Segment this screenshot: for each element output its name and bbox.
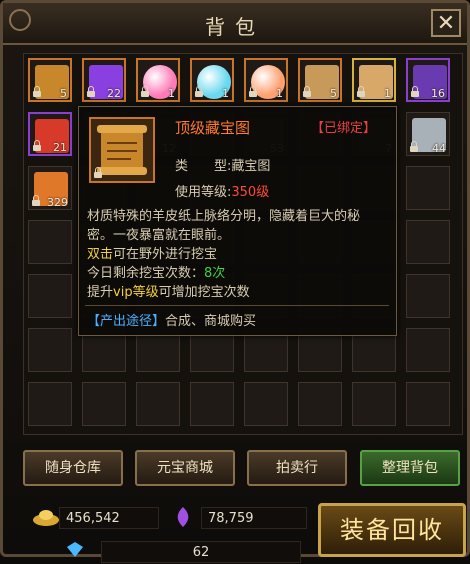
vip-post: 可增加挖宝次数 (158, 285, 250, 300)
yuanbao-shop-button[interactable]: 元宝商城 (135, 450, 235, 486)
level-value: 350级 (231, 185, 270, 200)
lock-icon (411, 86, 419, 97)
inventory-slot[interactable] (406, 274, 450, 318)
diamond-icon (67, 542, 83, 557)
type-row: 类 型:藏宝图 (175, 155, 270, 174)
slot-count: 5 (330, 87, 337, 100)
warehouse-button[interactable]: 随身仓库 (23, 450, 123, 486)
inventory-slot[interactable]: 5 (298, 58, 342, 102)
inventory-slot[interactable] (28, 328, 72, 372)
slot-count: 21 (53, 141, 67, 154)
soul-amount: 78,759 (201, 507, 307, 529)
inventory-slot[interactable]: 1 (136, 58, 180, 102)
lock-icon (141, 86, 149, 97)
slot-count: 1 (384, 87, 391, 100)
vip-line: 提升vip等级可增加挖宝次数 (87, 283, 387, 302)
inventory-slot[interactable] (406, 382, 450, 426)
inventory-slot[interactable]: 21 (28, 112, 72, 156)
inventory-slot[interactable] (406, 166, 450, 210)
source-label: 【产出途径】 (87, 314, 166, 329)
inventory-slot[interactable] (190, 382, 234, 426)
lock-icon (33, 140, 41, 151)
lock-icon (249, 86, 257, 97)
slot-count: 5 (60, 87, 67, 100)
equipment-recycle-button[interactable]: 装备回收 (318, 503, 466, 557)
inventory-slot[interactable]: 16 (406, 58, 450, 102)
close-button[interactable]: ✕ (431, 9, 461, 37)
bag-window: 背包 ✕ 5221115116211253744329 顶级藏宝图 【已绑定】 … (0, 0, 470, 563)
slot-count: 22 (107, 87, 121, 100)
inventory-slot[interactable] (82, 382, 126, 426)
title-bar[interactable]: 背包 ✕ (3, 3, 467, 45)
inventory-slot[interactable] (28, 220, 72, 264)
level-label: 使用等级: (175, 185, 232, 200)
inventory-slot[interactable] (28, 274, 72, 318)
slot-count: 16 (431, 87, 445, 100)
inventory-slot[interactable]: 1 (190, 58, 234, 102)
window-title: 背包 (205, 15, 265, 39)
source-value: 合成、商城购买 (165, 314, 257, 329)
bound-tag: 【已绑定】 (311, 121, 377, 136)
inventory-slot[interactable] (136, 382, 180, 426)
slot-count: 44 (432, 142, 446, 155)
gold-ingot-icon (33, 510, 59, 526)
remain-value: 8次 (204, 266, 226, 281)
action-highlight: 双击 (87, 247, 114, 262)
type-value: 藏宝图 (231, 159, 271, 174)
inventory-slot[interactable] (28, 382, 72, 426)
lock-icon (32, 195, 40, 206)
inventory-slot[interactable] (244, 382, 288, 426)
inventory-slot[interactable]: 44 (406, 112, 450, 156)
tooltip-divider (85, 305, 389, 306)
inventory-slot[interactable] (406, 220, 450, 264)
item-description: 材质特殊的羊皮纸上脉络分明，隐藏着巨大的秘 密。一夜暴富就在眼前。 双击可在野外… (87, 207, 387, 302)
inventory-slot[interactable] (406, 328, 450, 372)
inventory-slot[interactable]: 5 (28, 58, 72, 102)
gold-amount: 456,542 (59, 507, 159, 529)
lock-icon (357, 86, 365, 97)
inventory-slot[interactable] (352, 382, 396, 426)
type-label: 类 型: (175, 159, 232, 174)
inventory-slot[interactable] (298, 382, 342, 426)
level-row: 使用等级:350级 (175, 181, 269, 200)
lock-icon (33, 86, 41, 97)
vip-pre: 提升 (87, 285, 114, 300)
inventory-slot[interactable]: 22 (82, 58, 126, 102)
inventory-slot[interactable]: 1 (352, 58, 396, 102)
slot-count: 329 (47, 196, 68, 209)
lock-icon (303, 86, 311, 97)
sort-bag-button[interactable]: 整理背包 (360, 450, 460, 486)
vip-highlight: vip等级 (113, 285, 159, 300)
action-line: 双击可在野外进行挖宝 (87, 245, 387, 264)
desc-line-1: 材质特殊的羊皮纸上脉络分明，隐藏着巨大的秘 (87, 209, 361, 224)
lock-icon (195, 86, 203, 97)
purple-soul-icon (177, 507, 189, 527)
desc-line-2: 密。一夜暴富就在眼前。 (87, 228, 231, 243)
slot-count: 1 (222, 87, 229, 100)
action-rest: 可在野外进行挖宝 (113, 247, 218, 262)
item-tooltip: 顶级藏宝图 【已绑定】 类 型:藏宝图 使用等级:350级 材质特殊的羊皮纸上脉… (78, 106, 397, 336)
auction-button[interactable]: 拍卖行 (247, 450, 347, 486)
inventory-slot[interactable]: 329 (28, 166, 72, 210)
slot-count: 1 (276, 87, 283, 100)
currency-area: 456,542 78,759 62 (21, 499, 311, 563)
lock-icon (94, 167, 102, 178)
source-row: 【产出途径】合成、商城购买 (87, 310, 256, 329)
item-name: 顶级藏宝图 (175, 119, 251, 137)
remain-label: 今日剩余挖宝次数： (87, 266, 205, 281)
remain-line: 今日剩余挖宝次数：8次 (87, 264, 387, 283)
lock-icon (87, 86, 95, 97)
lock-icon (410, 141, 418, 152)
slot-count: 1 (168, 87, 175, 100)
diamond-amount: 62 (101, 541, 301, 563)
inventory-slot[interactable]: 1 (244, 58, 288, 102)
tooltip-item-icon (89, 117, 155, 183)
